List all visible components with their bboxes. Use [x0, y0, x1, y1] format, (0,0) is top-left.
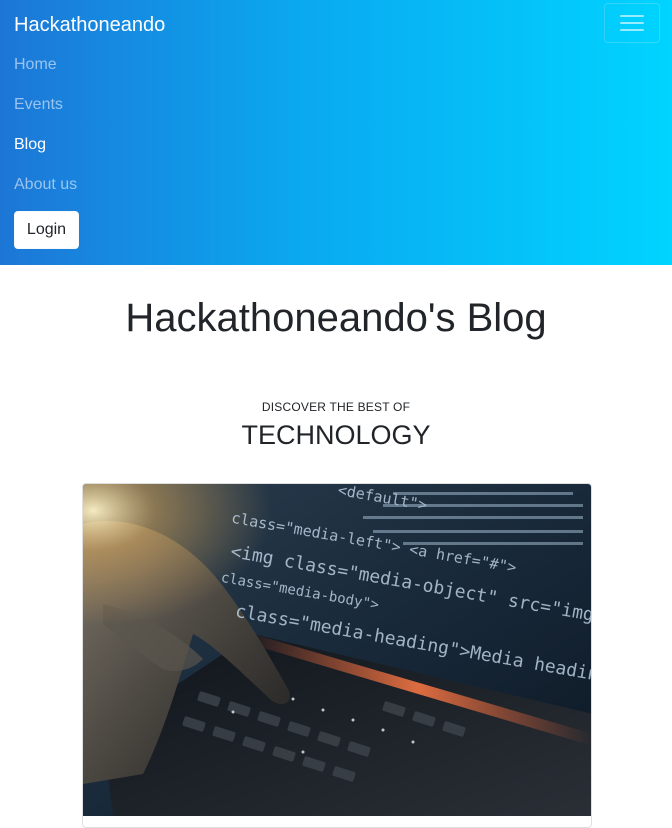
page-title: Hackathoneando's Blog [125, 296, 547, 340]
featured-post-card[interactable]: <default"> class="media-left"> <a href="… [82, 483, 592, 828]
top-navbar: Hackathoneando Home Events Blog About us… [0, 0, 672, 265]
featured-image: <default"> class="media-left"> <a href="… [83, 484, 591, 816]
nav-link-home[interactable]: Home [14, 55, 57, 75]
section-kicker: DISCOVER THE BEST OF [261, 400, 411, 414]
navbar-toggler-button[interactable] [604, 3, 660, 43]
section-heading: TECHNOLOGY [241, 420, 431, 450]
nav-link-events[interactable]: Events [14, 95, 63, 115]
nav-link-about-us[interactable]: About us [14, 175, 77, 195]
login-button[interactable]: Login [14, 211, 79, 249]
hamburger-menu-icon [620, 15, 644, 32]
brand-link[interactable]: Hackathoneando [14, 12, 165, 38]
nav-link-blog[interactable]: Blog [14, 135, 46, 155]
